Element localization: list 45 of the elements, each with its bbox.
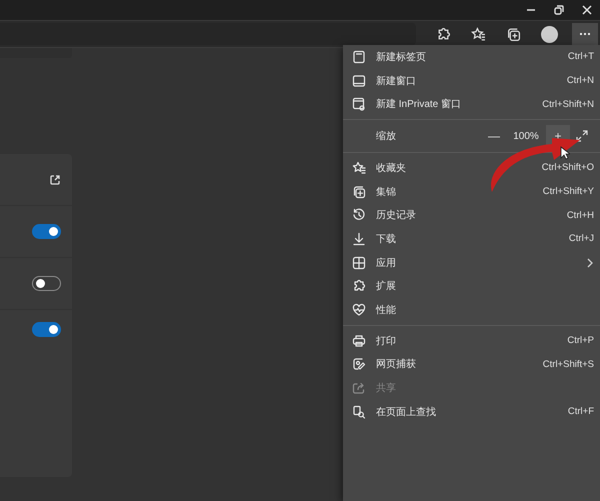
star-icon [352, 160, 366, 175]
puzzle-icon[interactable] [436, 26, 451, 42]
menu-item[interactable]: 性能 [343, 298, 600, 322]
window-icon [352, 74, 366, 88]
history-icon [352, 208, 366, 222]
chevron-right-icon [586, 258, 594, 268]
menu-item[interactable]: 新建窗口 Ctrl+N [343, 68, 600, 92]
favorites-icon[interactable] [471, 26, 486, 42]
find-on-page-icon [352, 404, 366, 419]
menu-item[interactable]: 新建 InPrivate 窗口 Ctrl+Shift+N [343, 92, 600, 116]
menu-item[interactable]: 应用 [343, 250, 600, 274]
heart-pulse-icon [352, 303, 366, 318]
close-icon[interactable] [582, 5, 592, 15]
external-link-icon[interactable] [49, 174, 61, 186]
printer-icon [352, 334, 366, 348]
private-window-icon [352, 97, 366, 112]
menu-item[interactable]: 历史记录 Ctrl+H [343, 203, 600, 228]
menu-item-label: 缩放 [376, 130, 397, 144]
more-button[interactable] [572, 23, 598, 45]
menu-item[interactable]: 打印 Ctrl+P [343, 328, 600, 353]
collections-icon[interactable] [506, 26, 521, 42]
tab-icon [352, 50, 366, 64]
menu-item[interactable]: 新建标签页 Ctrl+T [343, 45, 600, 69]
download-icon [352, 232, 366, 246]
menu-item[interactable]: 收藏夹 Ctrl+Shift+O [343, 156, 600, 180]
collections-icon [352, 184, 366, 199]
toggle-switch[interactable] [32, 224, 61, 239]
cursor-icon [560, 146, 570, 160]
toggle-switch[interactable] [32, 276, 61, 291]
apps-icon [352, 256, 366, 270]
capture-icon [352, 357, 366, 372]
puzzle-icon [352, 279, 366, 294]
fullscreen-icon[interactable] [576, 130, 588, 142]
menu-item[interactable]: 在页面上查找 Ctrl+F [343, 400, 600, 424]
profile-avatar[interactable] [541, 26, 558, 42]
zoom-out-button[interactable]: — [482, 125, 506, 148]
zoom-level: 100% [512, 130, 540, 142]
toggle-switch[interactable] [32, 322, 61, 337]
menu-item[interactable]: 网页捕获 Ctrl+Shift+S [343, 352, 600, 376]
menu-item[interactable]: 下载 Ctrl+J [343, 227, 600, 251]
share-icon [352, 381, 366, 396]
menu-item[interactable]: 扩展 [343, 274, 600, 298]
more-icon[interactable] [579, 32, 591, 36]
restore-icon[interactable] [554, 5, 564, 15]
menu-item[interactable]: 集锦 Ctrl+Shift+Y [343, 180, 600, 204]
